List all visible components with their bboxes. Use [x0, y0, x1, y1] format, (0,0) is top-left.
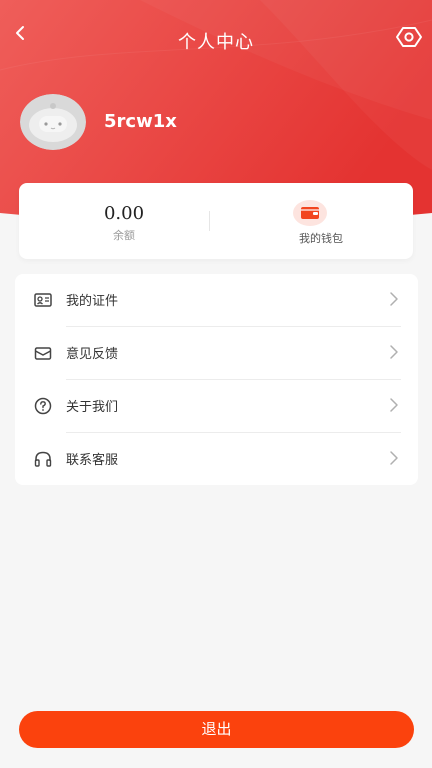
menu-item-customer-service[interactable]: 联系客服 [15, 433, 418, 485]
chevron-right-icon [390, 292, 398, 306]
my-wallet-button[interactable]: 我的钱包 [229, 183, 413, 259]
balance-value: 0.00 [103, 203, 145, 224]
id-card-icon [34, 293, 52, 307]
menu-list: 我的证件 意见反馈 关于我们 联系客服 [15, 274, 418, 485]
menu-item-label: 我的证件 [66, 294, 119, 309]
wallet-icon [293, 200, 327, 226]
question-circle-icon [34, 397, 52, 415]
top-bar: 个人中心 [0, 0, 432, 78]
menu-item-label: 联系客服 [66, 453, 119, 468]
menu-item-label: 意见反馈 [66, 347, 119, 362]
wallet-label: 我的钱包 [299, 232, 343, 245]
headset-icon [34, 451, 52, 467]
card-divider [209, 211, 210, 231]
avatar[interactable] [20, 94, 86, 150]
wallet-card: 0.00 余额 我的钱包 [19, 183, 413, 259]
balance-block[interactable]: 0.00 余额 [19, 183, 229, 259]
menu-item-my-documents[interactable]: 我的证件 [15, 274, 418, 326]
menu-item-label: 关于我们 [66, 400, 119, 415]
chevron-right-icon [390, 345, 398, 359]
chevron-right-icon [390, 451, 398, 465]
username: 5rcw1x [104, 111, 177, 132]
logout-button[interactable]: 退出 [19, 711, 414, 748]
envelope-icon [34, 347, 52, 360]
robot-avatar-icon [20, 94, 86, 150]
balance-label: 余额 [113, 229, 135, 242]
settings-button[interactable] [396, 24, 422, 50]
menu-item-about-us[interactable]: 关于我们 [15, 380, 418, 432]
page-title: 个人中心 [178, 32, 254, 53]
chevron-right-icon [390, 398, 398, 412]
hexagon-gear-icon [396, 27, 422, 47]
menu-item-feedback[interactable]: 意见反馈 [15, 327, 418, 379]
